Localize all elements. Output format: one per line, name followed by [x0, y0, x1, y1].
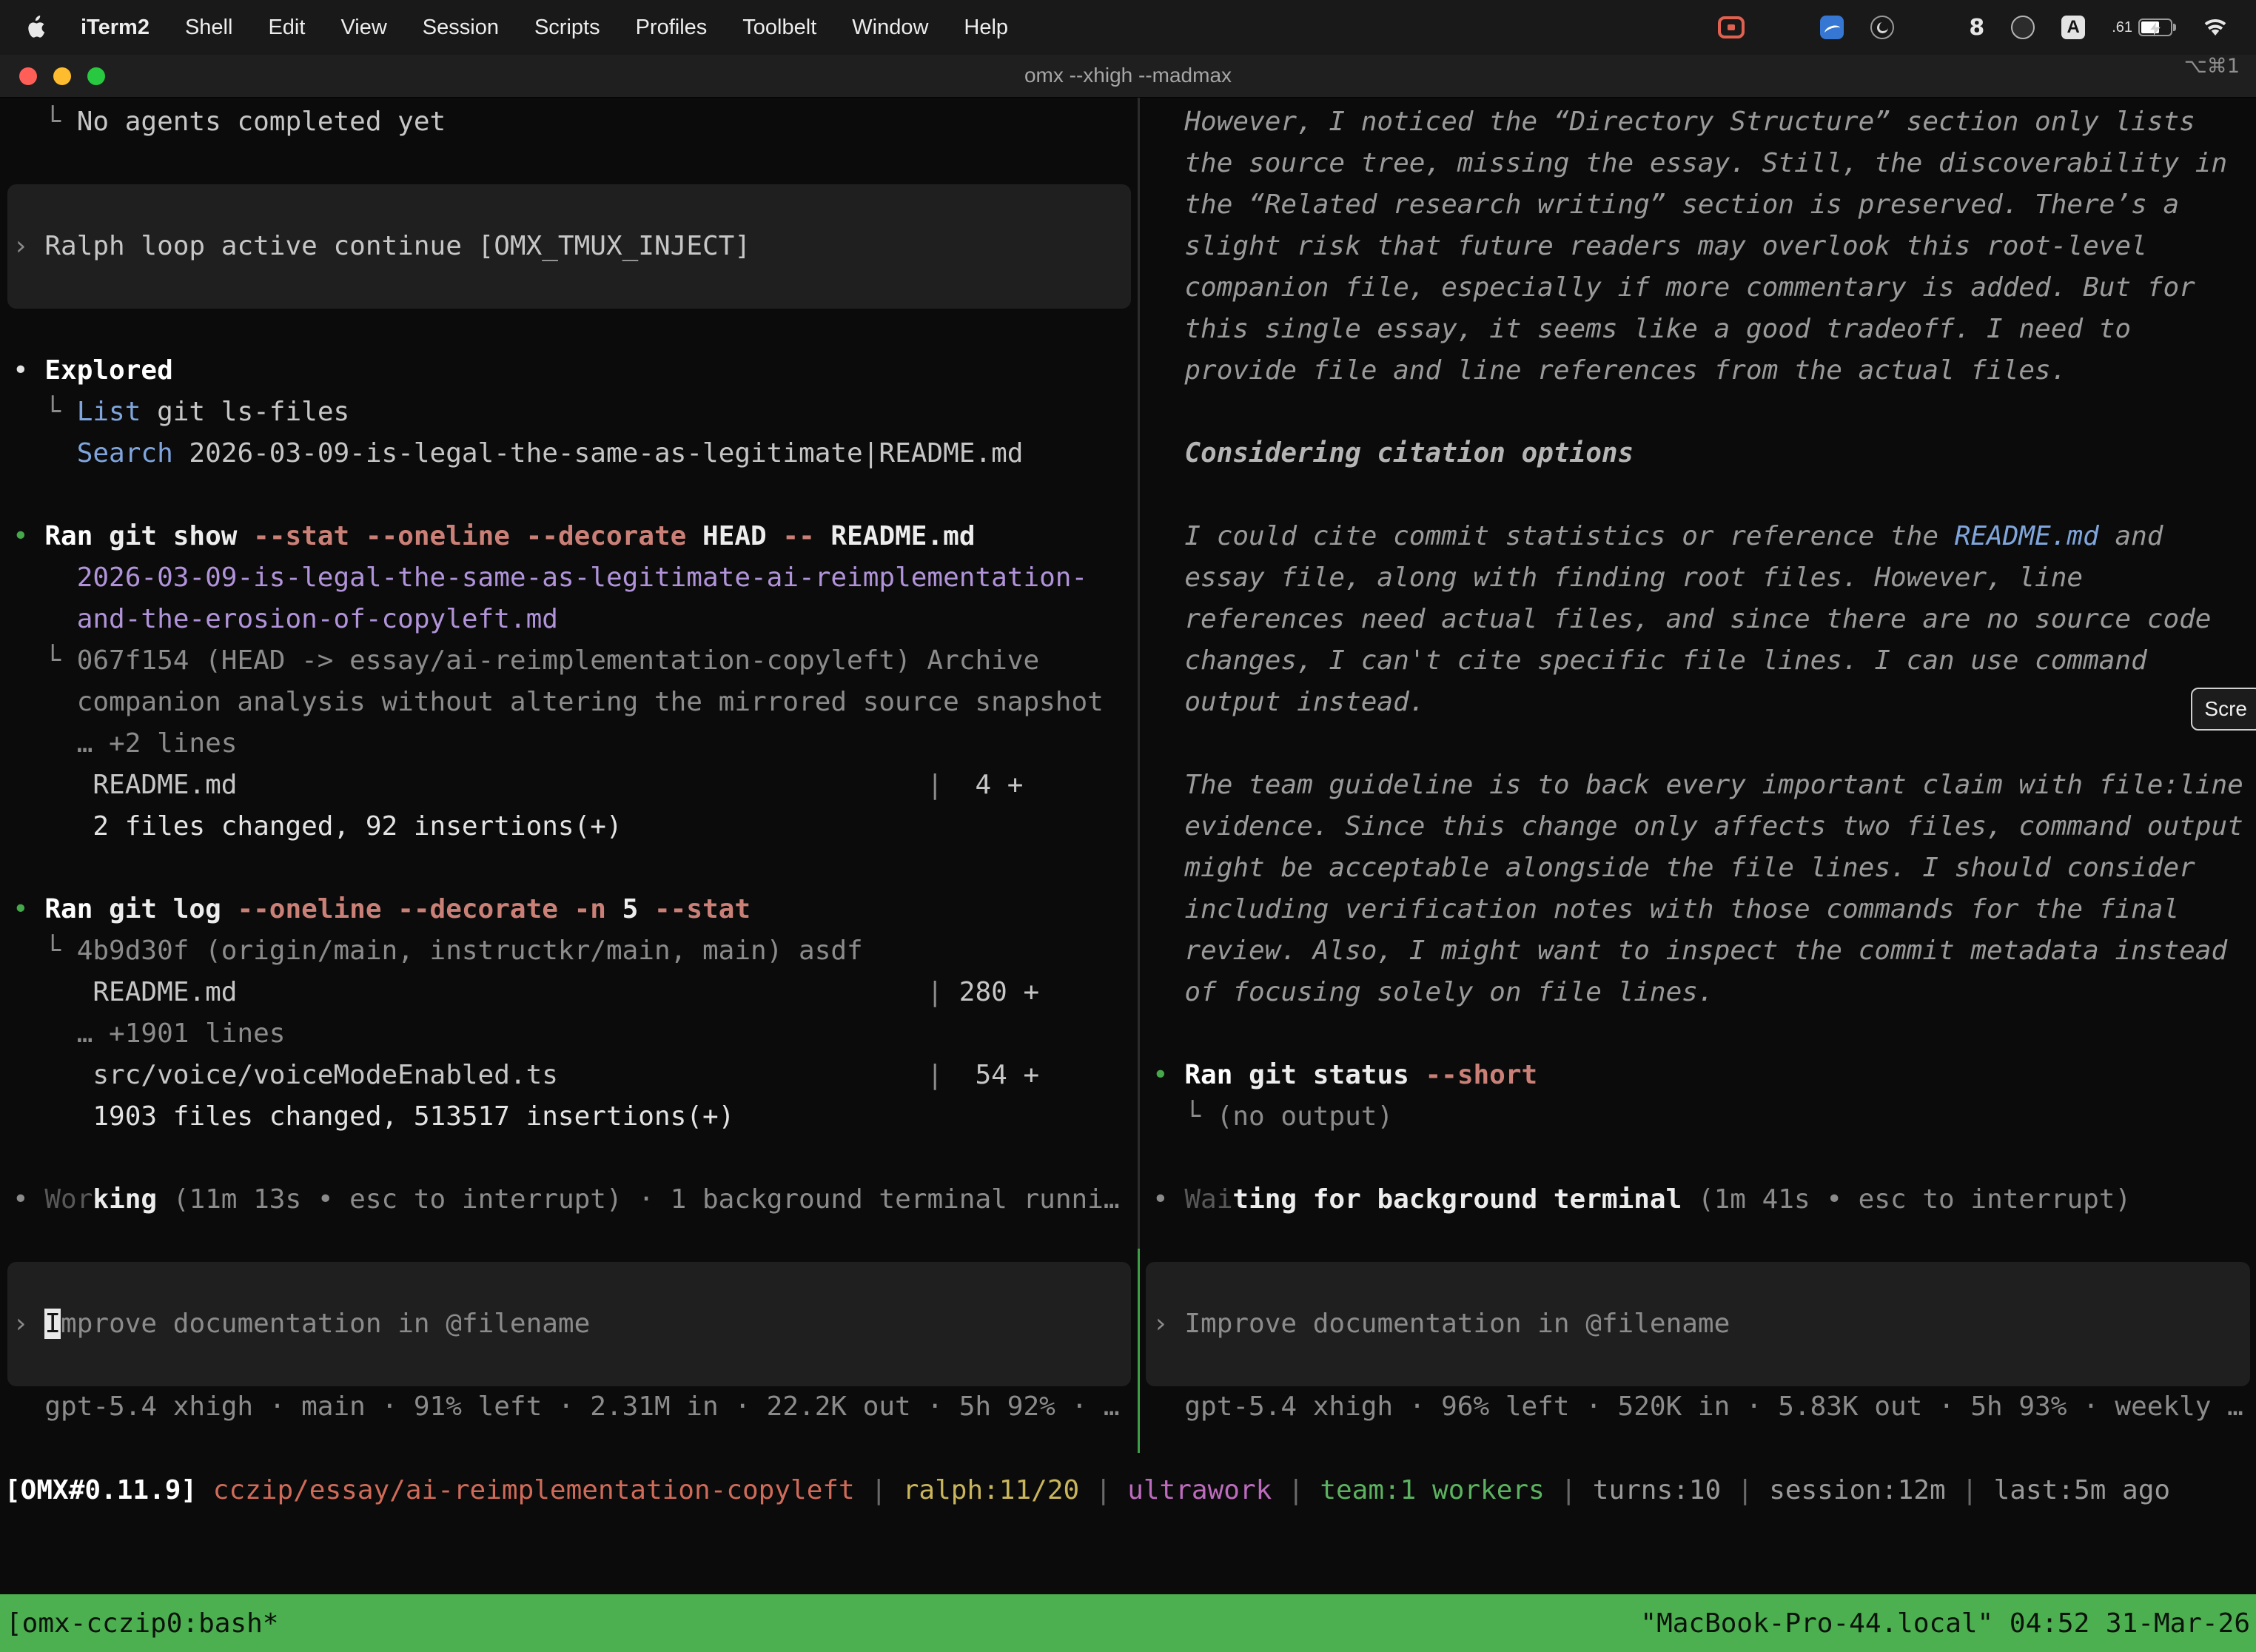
tmux-status-bar: [omx-cczip0:bash* "MacBook-Pro-44.local"… — [0, 1594, 2256, 1652]
terminal-line: I could cite commit statistics or refere… — [1140, 516, 2256, 557]
apple-menu-icon[interactable] — [21, 16, 63, 39]
menu-view[interactable]: View — [323, 16, 404, 40]
terminal-line: review. Also, I might want to inspect th… — [1140, 930, 2256, 972]
terminal-line: The team guideline is to back every impo… — [1140, 765, 2256, 806]
round-app-icon[interactable] — [2011, 16, 2035, 39]
menu-iterm2[interactable]: iTerm2 — [63, 16, 167, 40]
terminal-line: references need actual files, and since … — [1140, 599, 2256, 640]
terminal-line: including verification notes with those … — [1140, 889, 2256, 930]
menu-profiles[interactable]: Profiles — [618, 16, 725, 40]
window-title: omx --xhigh --madmax — [0, 55, 2256, 98]
terminal-line: provide file and line references from th… — [1140, 350, 2256, 392]
tmux-session-label: [omx-cczip0:bash* — [6, 1608, 278, 1639]
terminal-line: Search 2026-03-09-is-legal-the-same-as-l… — [0, 433, 1138, 474]
menu-edit[interactable]: Edit — [250, 16, 323, 40]
terminal-line: gpt-5.4 xhigh · 96% left · 520K in · 5.8… — [1140, 1386, 2256, 1428]
terminal-line: └ No agents completed yet — [0, 101, 1138, 143]
menu-toolbelt[interactable]: Toolbelt — [725, 16, 834, 40]
terminal-line — [1140, 1013, 2256, 1055]
terminal-line: src/voice/voiceModeEnabled.ts | 54 + — [0, 1055, 1138, 1096]
menu-bar-status-icons: 8 A .61 — [1718, 15, 2235, 41]
terminal-line: 2026-03-09-is-legal-the-same-as-legitima… — [0, 557, 1138, 599]
terminal-line: output instead. — [1140, 682, 2256, 723]
terminal-line: • Ran git show --stat --oneline --decora… — [0, 516, 1138, 557]
terminal-line: README.md | 4 + — [0, 765, 1138, 806]
terminal-area: └ No agents completed yet › Ralph loop a… — [0, 98, 2256, 1652]
terminal-line: companion file, especially if more comme… — [1140, 267, 2256, 309]
blue-app-icon[interactable] — [1820, 16, 1844, 39]
terminal-line: this single essay, it seems like a good … — [1140, 309, 2256, 350]
menu-shell[interactable]: Shell — [167, 16, 251, 40]
terminal-line: of focusing solely on file lines. — [1140, 972, 2256, 1013]
terminal-line — [1140, 1138, 2256, 1179]
terminal-line — [0, 143, 1138, 184]
apple-logo-icon — [25, 16, 45, 39]
terminal-line: Considering citation options — [1140, 433, 2256, 474]
battery-percent-label: .61 — [2112, 19, 2132, 36]
menu-session[interactable]: Session — [405, 16, 517, 40]
menu-help[interactable]: Help — [946, 16, 1026, 40]
terminal-line: changes, I can't cite specific file line… — [1140, 640, 2256, 682]
dots-grid-icon[interactable] — [1921, 17, 1942, 38]
terminal-line — [1140, 474, 2256, 516]
terminal-line: • Explored — [0, 350, 1138, 392]
terminal-line: • Waiting for background terminal (1m 41… — [1140, 1179, 2256, 1220]
terminal-line: └ List git ls-files — [0, 392, 1138, 433]
terminal-line — [1140, 1220, 2256, 1262]
terminal-line: gpt-5.4 xhigh · main · 91% left · 2.31M … — [0, 1386, 1138, 1428]
terminal-line: the source tree, missing the essay. Stil… — [1140, 143, 2256, 184]
terminal-line: └ 067f154 (HEAD -> essay/ai-reimplementa… — [0, 640, 1138, 682]
dark-app-icon[interactable] — [1870, 16, 1894, 39]
keyboard-8-icon[interactable]: 8 — [1969, 15, 1984, 41]
macos-menu-bar: iTerm2ShellEditViewSessionScriptsProfile… — [0, 0, 2256, 55]
terminal-line — [0, 474, 1138, 516]
window-shortcut-label: ⌥⌘1 — [2184, 55, 2240, 98]
terminal-line: and-the-erosion-of-copyleft.md — [0, 599, 1138, 640]
battery-charging-icon[interactable]: .61 — [2112, 19, 2176, 36]
terminal-line: … +2 lines — [0, 723, 1138, 765]
terminal-line: • Working (11m 13s • esc to interrupt) ·… — [0, 1179, 1138, 1220]
terminal-line: might be acceptable alongside the file l… — [1140, 847, 2256, 889]
terminal-line: evidence. Since this change only affects… — [1140, 806, 2256, 847]
window-manager-icon[interactable] — [1771, 16, 1793, 38]
screen-share-tooltip: Scre — [2191, 688, 2256, 731]
terminal-line: essay file, along with finding root file… — [1140, 557, 2256, 599]
terminal-line — [1140, 392, 2256, 433]
input-source-icon[interactable]: A — [2061, 16, 2085, 39]
window-title-bar: omx --xhigh --madmax ⌥⌘1 — [0, 55, 2256, 98]
terminal-line — [0, 1220, 1138, 1262]
terminal-line: slight risk that future readers may over… — [1140, 226, 2256, 267]
prompt-input-right[interactable]: › Improve documentation in @filename — [1146, 1262, 2250, 1386]
terminal-line: However, I noticed the “Directory Struct… — [1140, 101, 2256, 143]
prompt-input-left[interactable]: › Improve documentation in @filename — [7, 1262, 1131, 1386]
wifi-icon[interactable] — [2203, 17, 2228, 38]
terminal-line — [0, 1138, 1138, 1179]
left-pane: └ No agents completed yet › Ralph loop a… — [0, 98, 1138, 1428]
menu-scripts[interactable]: Scripts — [517, 16, 618, 40]
terminal-line: 2 files changed, 92 insertions(+) — [0, 806, 1138, 847]
right-pane: However, I noticed the “Directory Struct… — [1140, 98, 2256, 1428]
ralph-loop-banner: › Ralph loop active continue [OMX_TMUX_I… — [7, 184, 1131, 309]
terminal-line: companion analysis without altering the … — [0, 682, 1138, 723]
menu-window[interactable]: Window — [834, 16, 946, 40]
terminal-line: • Ran git status --short — [1140, 1055, 2256, 1096]
screen-recording-stop-icon[interactable] — [1718, 16, 1745, 38]
terminal-line: … +1901 lines — [0, 1013, 1138, 1055]
terminal-line: README.md | 280 + — [0, 972, 1138, 1013]
omx-status-bar: [OMX#0.11.9] cczip/essay/ai-reimplementa… — [4, 1470, 2170, 1511]
terminal-line: └ 4b9d30f (origin/main, instructkr/main,… — [0, 930, 1138, 972]
tmux-host-clock-label: "MacBook-Pro-44.local" 04:52 31-Mar-26 — [1640, 1608, 2250, 1639]
terminal-line: 1903 files changed, 513517 insertions(+) — [0, 1096, 1138, 1138]
terminal-line: • Ran git log --oneline --decorate -n 5 … — [0, 889, 1138, 930]
terminal-line — [0, 847, 1138, 889]
terminal-line: the “Related research writing” section i… — [1140, 184, 2256, 226]
terminal-line — [0, 309, 1138, 350]
terminal-line — [1140, 723, 2256, 765]
terminal-line: └ (no output) — [1140, 1096, 2256, 1138]
